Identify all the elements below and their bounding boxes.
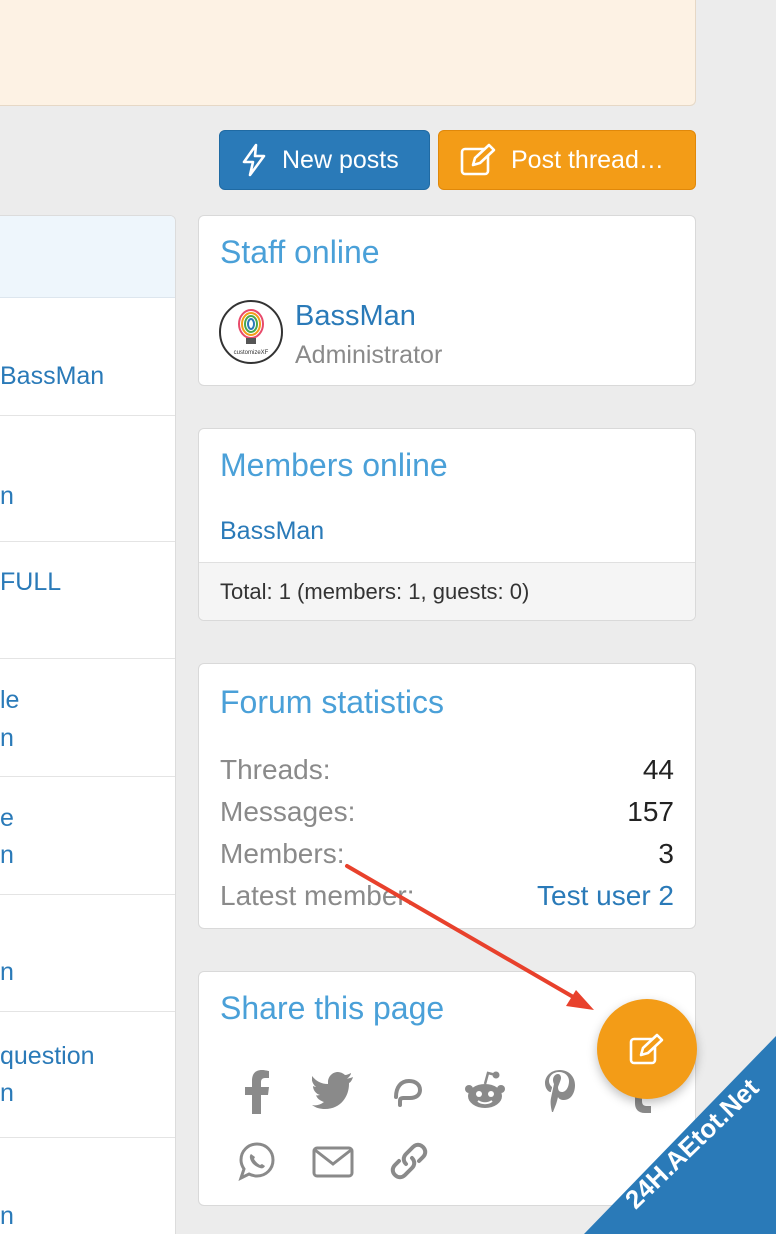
pinterest-icon[interactable] bbox=[542, 1068, 578, 1114]
new-posts-label: New posts bbox=[282, 145, 399, 174]
stat-row-members: Members: 3 bbox=[220, 838, 674, 872]
staff-member-name[interactable]: BassMan bbox=[295, 300, 416, 333]
members-online-footer: Total: 1 (members: 1, guests: 0) bbox=[199, 562, 695, 620]
thread-row[interactable]: question n bbox=[0, 1012, 175, 1138]
whatsapp-icon[interactable] bbox=[237, 1142, 277, 1182]
members-online-block: Members online BassMan Total: 1 (members… bbox=[198, 428, 696, 621]
staff-online-title[interactable]: Staff online bbox=[220, 234, 380, 271]
edit-icon bbox=[460, 143, 496, 176]
stat-label: Members: bbox=[220, 838, 345, 869]
thread-row[interactable]: e n bbox=[0, 777, 175, 895]
gettr-icon[interactable] bbox=[391, 1075, 425, 1109]
online-member-link[interactable]: BassMan bbox=[220, 517, 324, 546]
thread-row-text[interactable]: question bbox=[0, 1042, 95, 1071]
reddit-icon[interactable] bbox=[464, 1070, 506, 1112]
avatar-text: customizeXF bbox=[234, 350, 269, 356]
members-online-title[interactable]: Members online bbox=[220, 447, 448, 484]
stat-row-threads: Threads: 44 bbox=[220, 754, 674, 788]
thread-row-subtext[interactable]: n bbox=[0, 841, 14, 870]
lightning-icon bbox=[242, 143, 266, 177]
thread-row[interactable]: n bbox=[0, 416, 175, 542]
new-posts-button[interactable]: New posts bbox=[219, 130, 430, 190]
members-online-total: Total: 1 (members: 1, guests: 0) bbox=[220, 579, 530, 604]
thread-list: BassMan n FULL le n e n n question n n bbox=[0, 215, 176, 1234]
stat-label: Threads: bbox=[220, 754, 331, 785]
thread-row-text[interactable]: e bbox=[0, 804, 14, 833]
stat-value: 3 bbox=[658, 838, 674, 869]
thread-row-subtext[interactable]: n bbox=[0, 724, 14, 753]
post-thread-label: Post thread… bbox=[511, 145, 664, 174]
notice-banner bbox=[0, 0, 696, 106]
staff-online-block: Staff online customizeXF BassMan Adminis… bbox=[198, 215, 696, 386]
post-thread-button[interactable]: Post thread… bbox=[438, 130, 696, 190]
thread-row-text[interactable]: n bbox=[0, 482, 14, 511]
share-page-title: Share this page bbox=[220, 990, 445, 1026]
stat-row-latest-member: Latest member: Test user 2 bbox=[220, 880, 674, 914]
thread-row-text[interactable]: BassMan bbox=[0, 362, 104, 391]
lightbulb-logo-icon: customizeXF bbox=[234, 309, 269, 356]
floating-post-thread-button[interactable] bbox=[597, 999, 697, 1099]
stat-label: Messages: bbox=[220, 796, 356, 827]
email-icon[interactable] bbox=[312, 1146, 354, 1178]
thread-row[interactable]: FULL bbox=[0, 542, 175, 659]
thread-row[interactable]: n bbox=[0, 895, 175, 1012]
staff-member-role: Administrator bbox=[295, 341, 443, 369]
forum-statistics-title: Forum statistics bbox=[220, 684, 445, 720]
thread-row[interactable]: BassMan bbox=[0, 298, 175, 416]
thread-row-subtext[interactable]: n bbox=[0, 1079, 14, 1108]
stat-value: 44 bbox=[642, 754, 674, 785]
twitter-icon[interactable] bbox=[312, 1072, 354, 1110]
link-icon[interactable] bbox=[388, 1140, 430, 1182]
forum-statistics-block: Forum statistics Threads: 44 Messages: 1… bbox=[198, 663, 696, 929]
thread-row-subtext[interactable]: n bbox=[0, 958, 14, 987]
stat-label: Latest member: bbox=[220, 880, 415, 911]
avatar[interactable]: customizeXF bbox=[219, 300, 283, 364]
thread-row-text[interactable]: FULL bbox=[0, 568, 61, 597]
thread-list-header bbox=[0, 216, 175, 298]
thread-row-subtext[interactable]: n bbox=[0, 1202, 14, 1231]
edit-icon bbox=[629, 1033, 664, 1065]
stat-row-messages: Messages: 157 bbox=[220, 796, 674, 830]
thread-row[interactable]: n bbox=[0, 1138, 175, 1234]
latest-member-link[interactable]: Test user 2 bbox=[537, 880, 674, 912]
thread-row[interactable]: le n bbox=[0, 659, 175, 777]
facebook-icon[interactable] bbox=[239, 1070, 275, 1114]
thread-row-text[interactable]: le bbox=[0, 686, 19, 715]
stat-value: 157 bbox=[627, 796, 674, 827]
